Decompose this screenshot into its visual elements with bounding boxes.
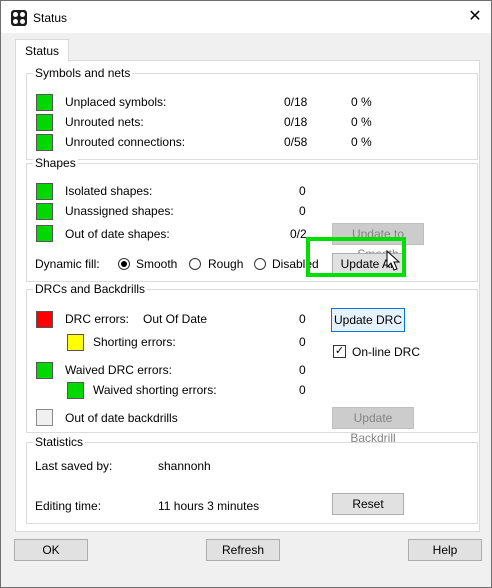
fill-rough-radio[interactable] bbox=[189, 258, 201, 270]
isolated-shapes-status bbox=[36, 183, 53, 200]
waived-shorting-label: Waived shorting errors: bbox=[93, 383, 217, 397]
fill-smooth-label: Smooth bbox=[136, 257, 178, 271]
backdrill-label: Out of date backdrills bbox=[65, 411, 178, 425]
group-title-statistics: Statistics bbox=[33, 435, 86, 449]
symbols-nets-group: Symbols and nets Unplaced symbols: 0/18 … bbox=[26, 66, 478, 160]
backdrill-status bbox=[36, 409, 53, 426]
window-title: Status bbox=[33, 11, 68, 25]
out-of-date-shapes-count: 0/2 bbox=[290, 227, 307, 241]
help-button[interactable]: Help bbox=[408, 539, 482, 561]
tab-status[interactable]: Status bbox=[15, 39, 69, 62]
unplaced-symbols-count: 0/18 bbox=[284, 95, 308, 109]
unplaced-symbols-label: Unplaced symbols: bbox=[65, 95, 167, 109]
drc-errors-status bbox=[36, 311, 53, 328]
waived-shorting-status bbox=[67, 382, 84, 399]
statistics-group: Statistics Last saved by: shannonh Editi… bbox=[26, 435, 478, 524]
update-backdrill-button[interactable]: Update Backdrill bbox=[332, 407, 414, 445]
online-drc-checkbox[interactable]: ✓ bbox=[333, 345, 346, 358]
shapes-group: Shapes Isolated shapes: 0 Unassigned sha… bbox=[26, 156, 478, 282]
out-of-date-shapes-status bbox=[36, 225, 53, 242]
last-saved-label: Last saved by: bbox=[35, 459, 113, 473]
close-icon[interactable]: ✕ bbox=[463, 5, 487, 29]
shorting-errors-status bbox=[67, 334, 84, 351]
unrouted-nets-label: Unrouted nets: bbox=[65, 115, 144, 129]
update-drc-button[interactable]: Update DRC bbox=[331, 308, 405, 332]
unassigned-shapes-label: Unassigned shapes: bbox=[65, 204, 174, 218]
isolated-shapes-label: Isolated shapes: bbox=[65, 184, 153, 198]
refresh-button[interactable]: Refresh bbox=[206, 539, 280, 561]
unrouted-connections-label: Unrouted connections: bbox=[65, 135, 186, 149]
editing-time-value: 11 hours 3 minutes bbox=[158, 499, 260, 513]
unplaced-symbols-percent: 0 % bbox=[351, 95, 372, 109]
fill-rough-label: Rough bbox=[208, 257, 244, 271]
last-saved-value: shannonh bbox=[158, 459, 211, 473]
drc-errors-count: 0 bbox=[299, 312, 306, 326]
drc-errors-label: DRC errors: bbox=[65, 312, 130, 326]
shorting-errors-count: 0 bbox=[299, 335, 306, 349]
fill-disabled-radio[interactable] bbox=[254, 258, 266, 270]
unrouted-connections-count: 0/58 bbox=[284, 135, 308, 149]
group-title-symbols-nets: Symbols and nets bbox=[33, 66, 133, 80]
unrouted-nets-status bbox=[36, 114, 53, 131]
dynamic-fill-label: Dynamic fill: bbox=[35, 257, 100, 271]
drc-status-text: Out Of Date bbox=[143, 312, 208, 326]
unrouted-connections-percent: 0 % bbox=[351, 135, 372, 149]
ok-button[interactable]: OK bbox=[14, 539, 88, 561]
waived-drc-label: Waived DRC errors: bbox=[65, 363, 172, 377]
unassigned-shapes-status bbox=[36, 203, 53, 220]
title-bar: Status ✕ bbox=[1, 1, 491, 33]
waived-shorting-count: 0 bbox=[299, 383, 306, 397]
mouse-cursor-icon bbox=[386, 250, 401, 271]
app-icon bbox=[11, 10, 27, 26]
online-drc-label: On-line DRC bbox=[352, 345, 421, 359]
unplaced-symbols-status bbox=[36, 94, 53, 111]
group-title-shapes: Shapes bbox=[33, 156, 78, 170]
shorting-errors-label: Shorting errors: bbox=[93, 335, 176, 349]
unrouted-nets-percent: 0 % bbox=[351, 115, 372, 129]
unrouted-nets-count: 0/18 bbox=[284, 115, 308, 129]
unassigned-shapes-count: 0 bbox=[299, 204, 306, 218]
group-title-drc: DRCs and Backdrills bbox=[33, 282, 148, 296]
unrouted-connections-status bbox=[36, 134, 53, 151]
reset-button[interactable]: Reset bbox=[332, 493, 404, 515]
drc-group: DRCs and Backdrills DRC errors: Out Of D… bbox=[26, 282, 478, 445]
waived-drc-count: 0 bbox=[299, 363, 306, 377]
fill-smooth-radio[interactable] bbox=[118, 258, 130, 270]
waived-drc-status bbox=[36, 362, 53, 379]
editing-time-label: Editing time: bbox=[35, 499, 102, 513]
isolated-shapes-count: 0 bbox=[299, 184, 306, 198]
out-of-date-shapes-label: Out of date shapes: bbox=[65, 227, 170, 241]
status-dialog: Status ✕ Status Symbols and nets Unplace… bbox=[0, 0, 492, 588]
status-panel: Symbols and nets Unplaced symbols: 0/18 … bbox=[15, 60, 480, 532]
